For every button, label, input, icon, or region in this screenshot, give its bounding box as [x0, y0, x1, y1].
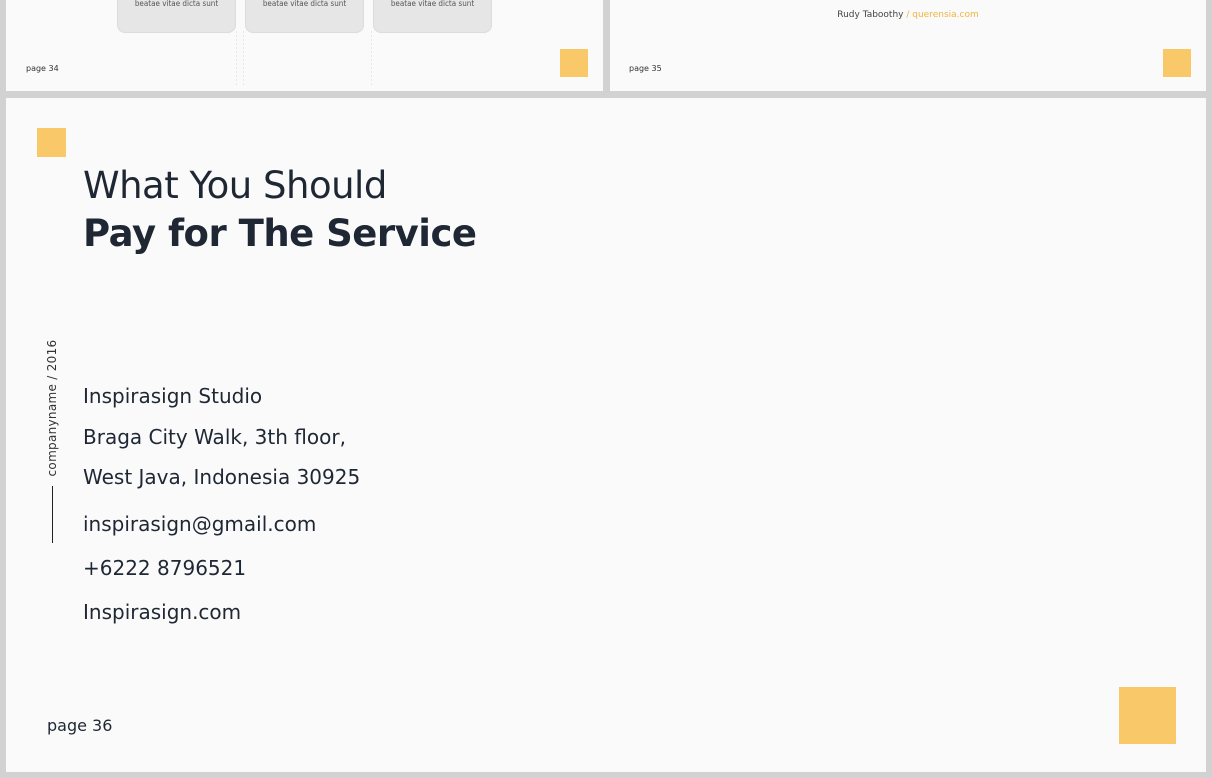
slide-title-line2: Pay for The Service	[83, 212, 477, 255]
email: inspirasign@gmail.com	[83, 512, 317, 536]
accent-square	[1163, 49, 1191, 77]
page-number: page 36	[47, 716, 113, 735]
author-link[interactable]: querensia.com	[912, 10, 979, 20]
side-label: companyname / 2016	[45, 339, 59, 477]
accent-square	[37, 128, 66, 157]
slide-thumbnail-page-35[interactable]: " Rudy Taboothy / querensia.com page 35	[610, 0, 1206, 91]
side-rule	[52, 486, 53, 543]
card-text: beatae vitae dicta sunt	[390, 0, 475, 8]
company-name: Inspirasign Studio	[83, 384, 263, 408]
website: Inspirasign.com	[83, 600, 242, 624]
slide-thumbnail-page-34[interactable]: beatae vitae dicta sunt beatae vitae dic…	[6, 0, 603, 91]
page-number: page 35	[629, 64, 662, 73]
accent-square	[1119, 687, 1176, 744]
divider	[236, 31, 237, 86]
page-number: page 34	[26, 64, 59, 73]
pricing-card: beatae vitae dicta sunt	[117, 0, 236, 33]
pricing-card: beatae vitae dicta sunt	[373, 0, 492, 33]
side-label-container: companyname / 2016	[44, 338, 60, 478]
accent-square	[560, 49, 588, 77]
address-line2: West Java, Indonesia 30925	[83, 465, 361, 489]
address-line1: Braga City Walk, 3th floor,	[83, 425, 346, 449]
author-separator: /	[903, 10, 913, 20]
author-name: Rudy Taboothy	[837, 10, 904, 20]
divider	[243, 31, 244, 86]
card-text: beatae vitae dicta sunt	[134, 0, 219, 8]
card-text: beatae vitae dicta sunt	[262, 0, 347, 8]
slide-title-line1: What You Should	[83, 164, 387, 207]
phone: +6222 8796521	[83, 556, 247, 580]
author-credit: Rudy Taboothy / querensia.com	[610, 10, 1206, 20]
quote-icon: "	[899, 0, 907, 9]
slide-page-36[interactable]: What You Should Pay for The Service comp…	[6, 98, 1206, 772]
pricing-card: beatae vitae dicta sunt	[245, 0, 364, 33]
divider	[371, 31, 372, 86]
